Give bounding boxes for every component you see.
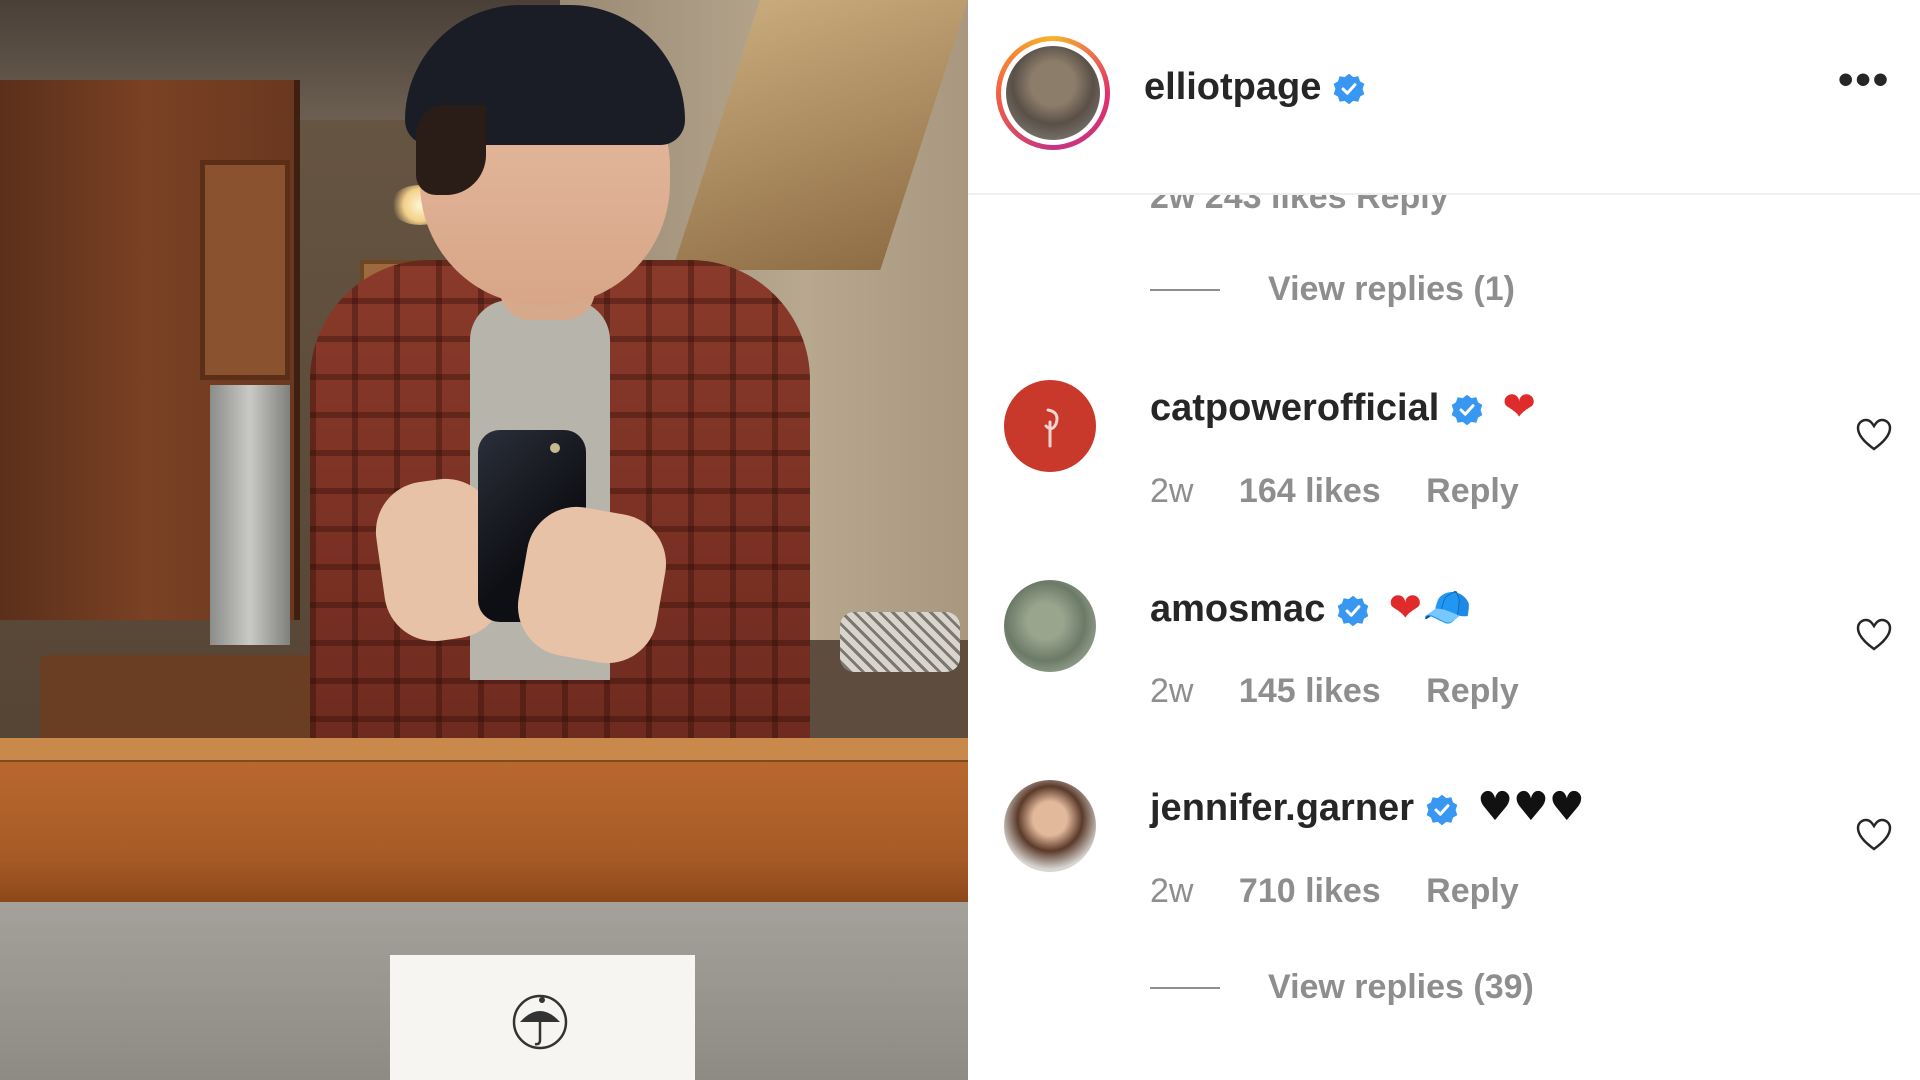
more-options-icon[interactable]: ••• — [1838, 58, 1892, 102]
photo-fridge — [210, 385, 290, 645]
comment-meta: 2w 145 likes Reply — [1150, 672, 1555, 711]
comment-item: catpowerofficial ❤ 2w 164 likes Reply — [968, 380, 1920, 580]
comment-text: ❤🧢 — [1388, 585, 1472, 631]
comments-panel: 2w 243 likes Reply elliotpage ••• View r… — [968, 0, 1920, 1080]
comment-likes[interactable]: 164 likes — [1239, 472, 1381, 510]
reply-button[interactable]: Reply — [1426, 672, 1519, 710]
verified-badge-icon — [1333, 73, 1365, 105]
comment-text: ♥♥♥ — [1477, 784, 1585, 830]
comment-time: 2w — [1150, 672, 1194, 710]
comment-likes[interactable]: 145 likes — [1239, 672, 1381, 710]
post-header: elliotpage ••• — [968, 0, 1920, 195]
comment-header: amosmac ❤🧢 — [1150, 584, 1472, 631]
verified-badge-icon — [1337, 595, 1369, 627]
replies-divider-line — [1150, 288, 1220, 291]
comment-meta: 2w 710 likes Reply — [1150, 872, 1555, 911]
replies-divider-line — [1150, 986, 1220, 989]
commenter-username[interactable]: amosmac — [1150, 588, 1325, 630]
comment-text: ❤ — [1502, 384, 1536, 430]
author-avatar-image — [1006, 46, 1100, 140]
photo-counter-top — [0, 738, 968, 762]
view-replies-button[interactable]: View replies (1) — [1150, 270, 1515, 309]
verified-badge-icon — [1426, 794, 1457, 826]
photo-counter — [0, 762, 968, 902]
comment-item: amosmac ❤🧢 2w 145 likes Reply — [968, 580, 1920, 780]
comment-likes[interactable]: 710 likes — [1239, 872, 1381, 910]
verified-badge-icon — [1451, 394, 1483, 426]
view-replies-label[interactable]: View replies (1) — [1268, 270, 1515, 309]
person-hair — [416, 105, 486, 195]
post-photo — [0, 0, 968, 1080]
like-heart-icon[interactable] — [1856, 618, 1892, 652]
comment-meta: 2w 164 likes Reply — [1150, 472, 1555, 511]
like-heart-icon[interactable] — [1856, 818, 1892, 852]
comment-header: catpowerofficial ❤ — [1150, 384, 1536, 430]
comment-header: jennifer.garner ♥♥♥ — [1150, 784, 1585, 830]
commenter-avatar[interactable] — [1004, 380, 1096, 472]
avatar-logo-icon — [1044, 408, 1059, 448]
comment-time: 2w — [1150, 872, 1194, 910]
photo-person — [300, 0, 820, 760]
author-avatar[interactable] — [996, 36, 1110, 150]
reply-button[interactable]: Reply — [1426, 472, 1519, 510]
comment-item: jennifer.garner ♥♥♥ 2w 710 likes Reply — [968, 780, 1920, 980]
commenter-avatar[interactable] — [1004, 580, 1096, 672]
comment-time: 2w — [1150, 472, 1194, 510]
author-username[interactable]: elliotpage — [1144, 66, 1366, 109]
view-replies-button[interactable]: View replies (39) — [1150, 968, 1534, 1007]
commenter-username[interactable]: catpowerofficial — [1150, 387, 1439, 429]
like-heart-icon[interactable] — [1856, 418, 1892, 452]
author-username-text[interactable]: elliotpage — [1144, 66, 1321, 108]
commenter-avatar[interactable] — [1004, 780, 1096, 872]
photo-pillow — [840, 612, 960, 672]
view-replies-label[interactable]: View replies (39) — [1268, 968, 1534, 1007]
photo-cabinet-door — [200, 160, 290, 380]
reply-button[interactable]: Reply — [1426, 872, 1519, 910]
phone-camera — [550, 443, 560, 453]
umbrella-logo-icon — [512, 994, 568, 1050]
commenter-username[interactable]: jennifer.garner — [1150, 787, 1414, 829]
